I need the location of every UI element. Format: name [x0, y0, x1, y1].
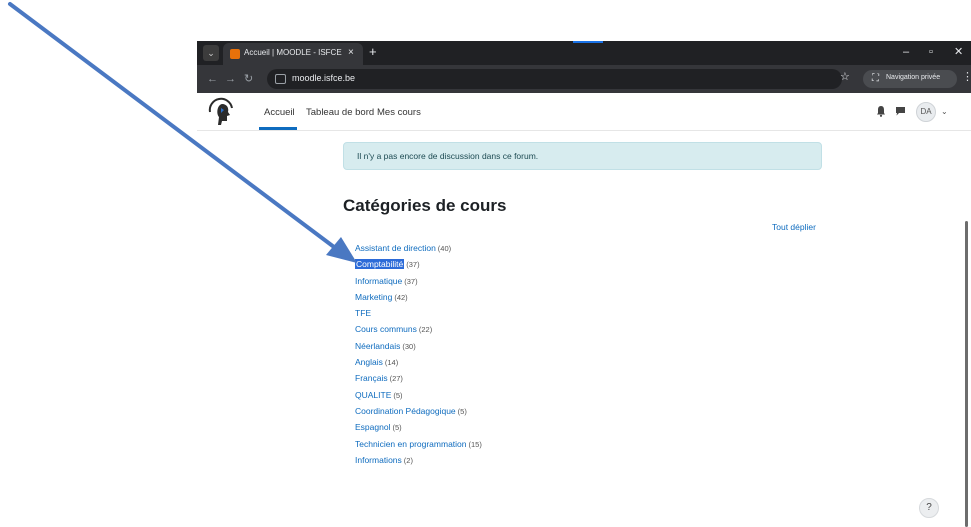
category-link[interactable]: Technicien en programmation	[355, 439, 467, 449]
browser-toolbar: ← → ↻ moodle.isfce.be ☆ ⛶ Navigation pri…	[197, 65, 971, 93]
category-count: (22)	[418, 325, 433, 335]
category-link[interactable]: Cours communs	[355, 324, 417, 334]
address-bar[interactable]: moodle.isfce.be	[267, 69, 842, 89]
moodle-navbar: Accueil Tableau de bord Mes cours DA ⌄	[197, 93, 971, 131]
chat-icon[interactable]	[895, 106, 906, 116]
page-title: Catégories de cours	[343, 196, 507, 215]
category-count: (37)	[406, 260, 420, 270]
nav-link-tableau-de-bord[interactable]: Tableau de bord	[306, 107, 374, 118]
browser-tab[interactable]: Accueil | MOODLE - ISFCE ×	[223, 43, 363, 65]
nav-link-accueil[interactable]: Accueil	[264, 107, 295, 118]
category-link[interactable]: TFE	[355, 308, 371, 318]
expand-all-link[interactable]: Tout déplier	[772, 222, 816, 232]
category-item: Informatique (37)	[355, 273, 482, 289]
chevron-down-icon[interactable]: ⌄	[941, 107, 948, 117]
tab-indicator	[573, 41, 603, 43]
tab-title: Accueil | MOODLE - ISFCE	[244, 48, 342, 57]
category-count: (5)	[392, 423, 402, 433]
nav-active-indicator	[259, 127, 297, 130]
category-item: Comptabilité (37)	[355, 256, 482, 272]
category-count: (27)	[389, 374, 403, 384]
category-item: TFE	[355, 305, 482, 321]
category-link[interactable]: Anglais	[355, 357, 383, 367]
moodle-favicon-icon	[230, 49, 240, 59]
category-count: (5)	[457, 406, 467, 416]
help-button[interactable]: ?	[919, 498, 939, 518]
category-link[interactable]: Marketing	[355, 292, 392, 302]
minimize-icon[interactable]: –	[903, 46, 909, 58]
category-item: Technicien en programmation (15)	[355, 436, 482, 452]
category-count: (5)	[393, 390, 403, 400]
alert-text: Il n'y a pas encore de discussion dans c…	[357, 151, 539, 161]
url-text[interactable]: moodle.isfce.be	[292, 73, 355, 83]
category-item: Informations (2)	[355, 452, 482, 468]
category-item: Marketing (42)	[355, 289, 482, 305]
incognito-icon: ⛶	[872, 73, 879, 84]
category-list: Assistant de direction (40) Comptabilité (3…	[355, 240, 482, 468]
category-item: Français (27)	[355, 370, 482, 386]
bell-icon[interactable]	[876, 105, 886, 117]
site-info-icon[interactable]	[275, 74, 286, 84]
new-tab-button[interactable]: +	[369, 44, 377, 60]
category-item: Anglais (14)	[355, 354, 482, 370]
category-item: Assistant de direction (40)	[355, 240, 482, 256]
category-count: (37)	[404, 276, 418, 286]
forum-info-alert: Il n'y a pas encore de discussion dans c…	[343, 142, 822, 170]
close-tab-icon[interactable]: ×	[348, 47, 354, 59]
category-item: Coordination Pédagogique (5)	[355, 403, 482, 419]
kebab-icon[interactable]: ⋮	[962, 71, 971, 83]
close-window-icon[interactable]: ✕	[954, 46, 963, 58]
scrollbar[interactable]	[965, 221, 968, 527]
forward-icon[interactable]: →	[225, 73, 236, 85]
nav-link-mes-cours[interactable]: Mes cours	[377, 107, 421, 118]
category-link[interactable]: QUALITE	[355, 390, 391, 400]
category-item: Cours communs (22)	[355, 321, 482, 337]
maximize-icon[interactable]: ▫	[929, 46, 933, 58]
category-count: (42)	[394, 292, 408, 302]
category-link[interactable]: Assistant de direction	[355, 243, 436, 253]
browser-window: ⌄ Accueil | MOODLE - ISFCE × + – ▫ ✕ ← →…	[197, 41, 971, 527]
tab-menu-icon[interactable]: ⌄	[203, 45, 219, 61]
category-count: (15)	[468, 439, 482, 449]
category-count: (40)	[437, 244, 452, 253]
private-browsing-badge[interactable]: ⛶ Navigation privée	[863, 70, 957, 88]
category-count: (2)	[403, 455, 413, 465]
category-link[interactable]: Néerlandais	[355, 341, 400, 351]
category-item: Espagnol (5)	[355, 419, 482, 435]
category-link[interactable]: Informations	[355, 455, 402, 465]
category-item: Néerlandais (30)	[355, 338, 482, 354]
star-icon[interactable]: ☆	[840, 71, 850, 83]
moodle-logo-icon[interactable]	[206, 96, 236, 126]
category-link[interactable]: Français	[355, 373, 388, 383]
reload-icon[interactable]: ↻	[244, 73, 253, 85]
tab-bar: ⌄ Accueil | MOODLE - ISFCE × + – ▫ ✕	[197, 41, 971, 65]
category-link[interactable]: Comptabilité	[355, 259, 405, 270]
category-link[interactable]: Espagnol	[355, 422, 390, 432]
back-icon[interactable]: ←	[207, 73, 218, 85]
category-item: QUALITE (5)	[355, 387, 482, 403]
category-count: (30)	[402, 341, 416, 351]
private-browsing-label: Navigation privée	[886, 74, 941, 81]
category-count: (14)	[384, 358, 399, 368]
avatar[interactable]: DA	[916, 102, 936, 122]
category-link[interactable]: Coordination Pédagogique	[355, 406, 456, 416]
category-link[interactable]: Informatique	[355, 276, 402, 286]
